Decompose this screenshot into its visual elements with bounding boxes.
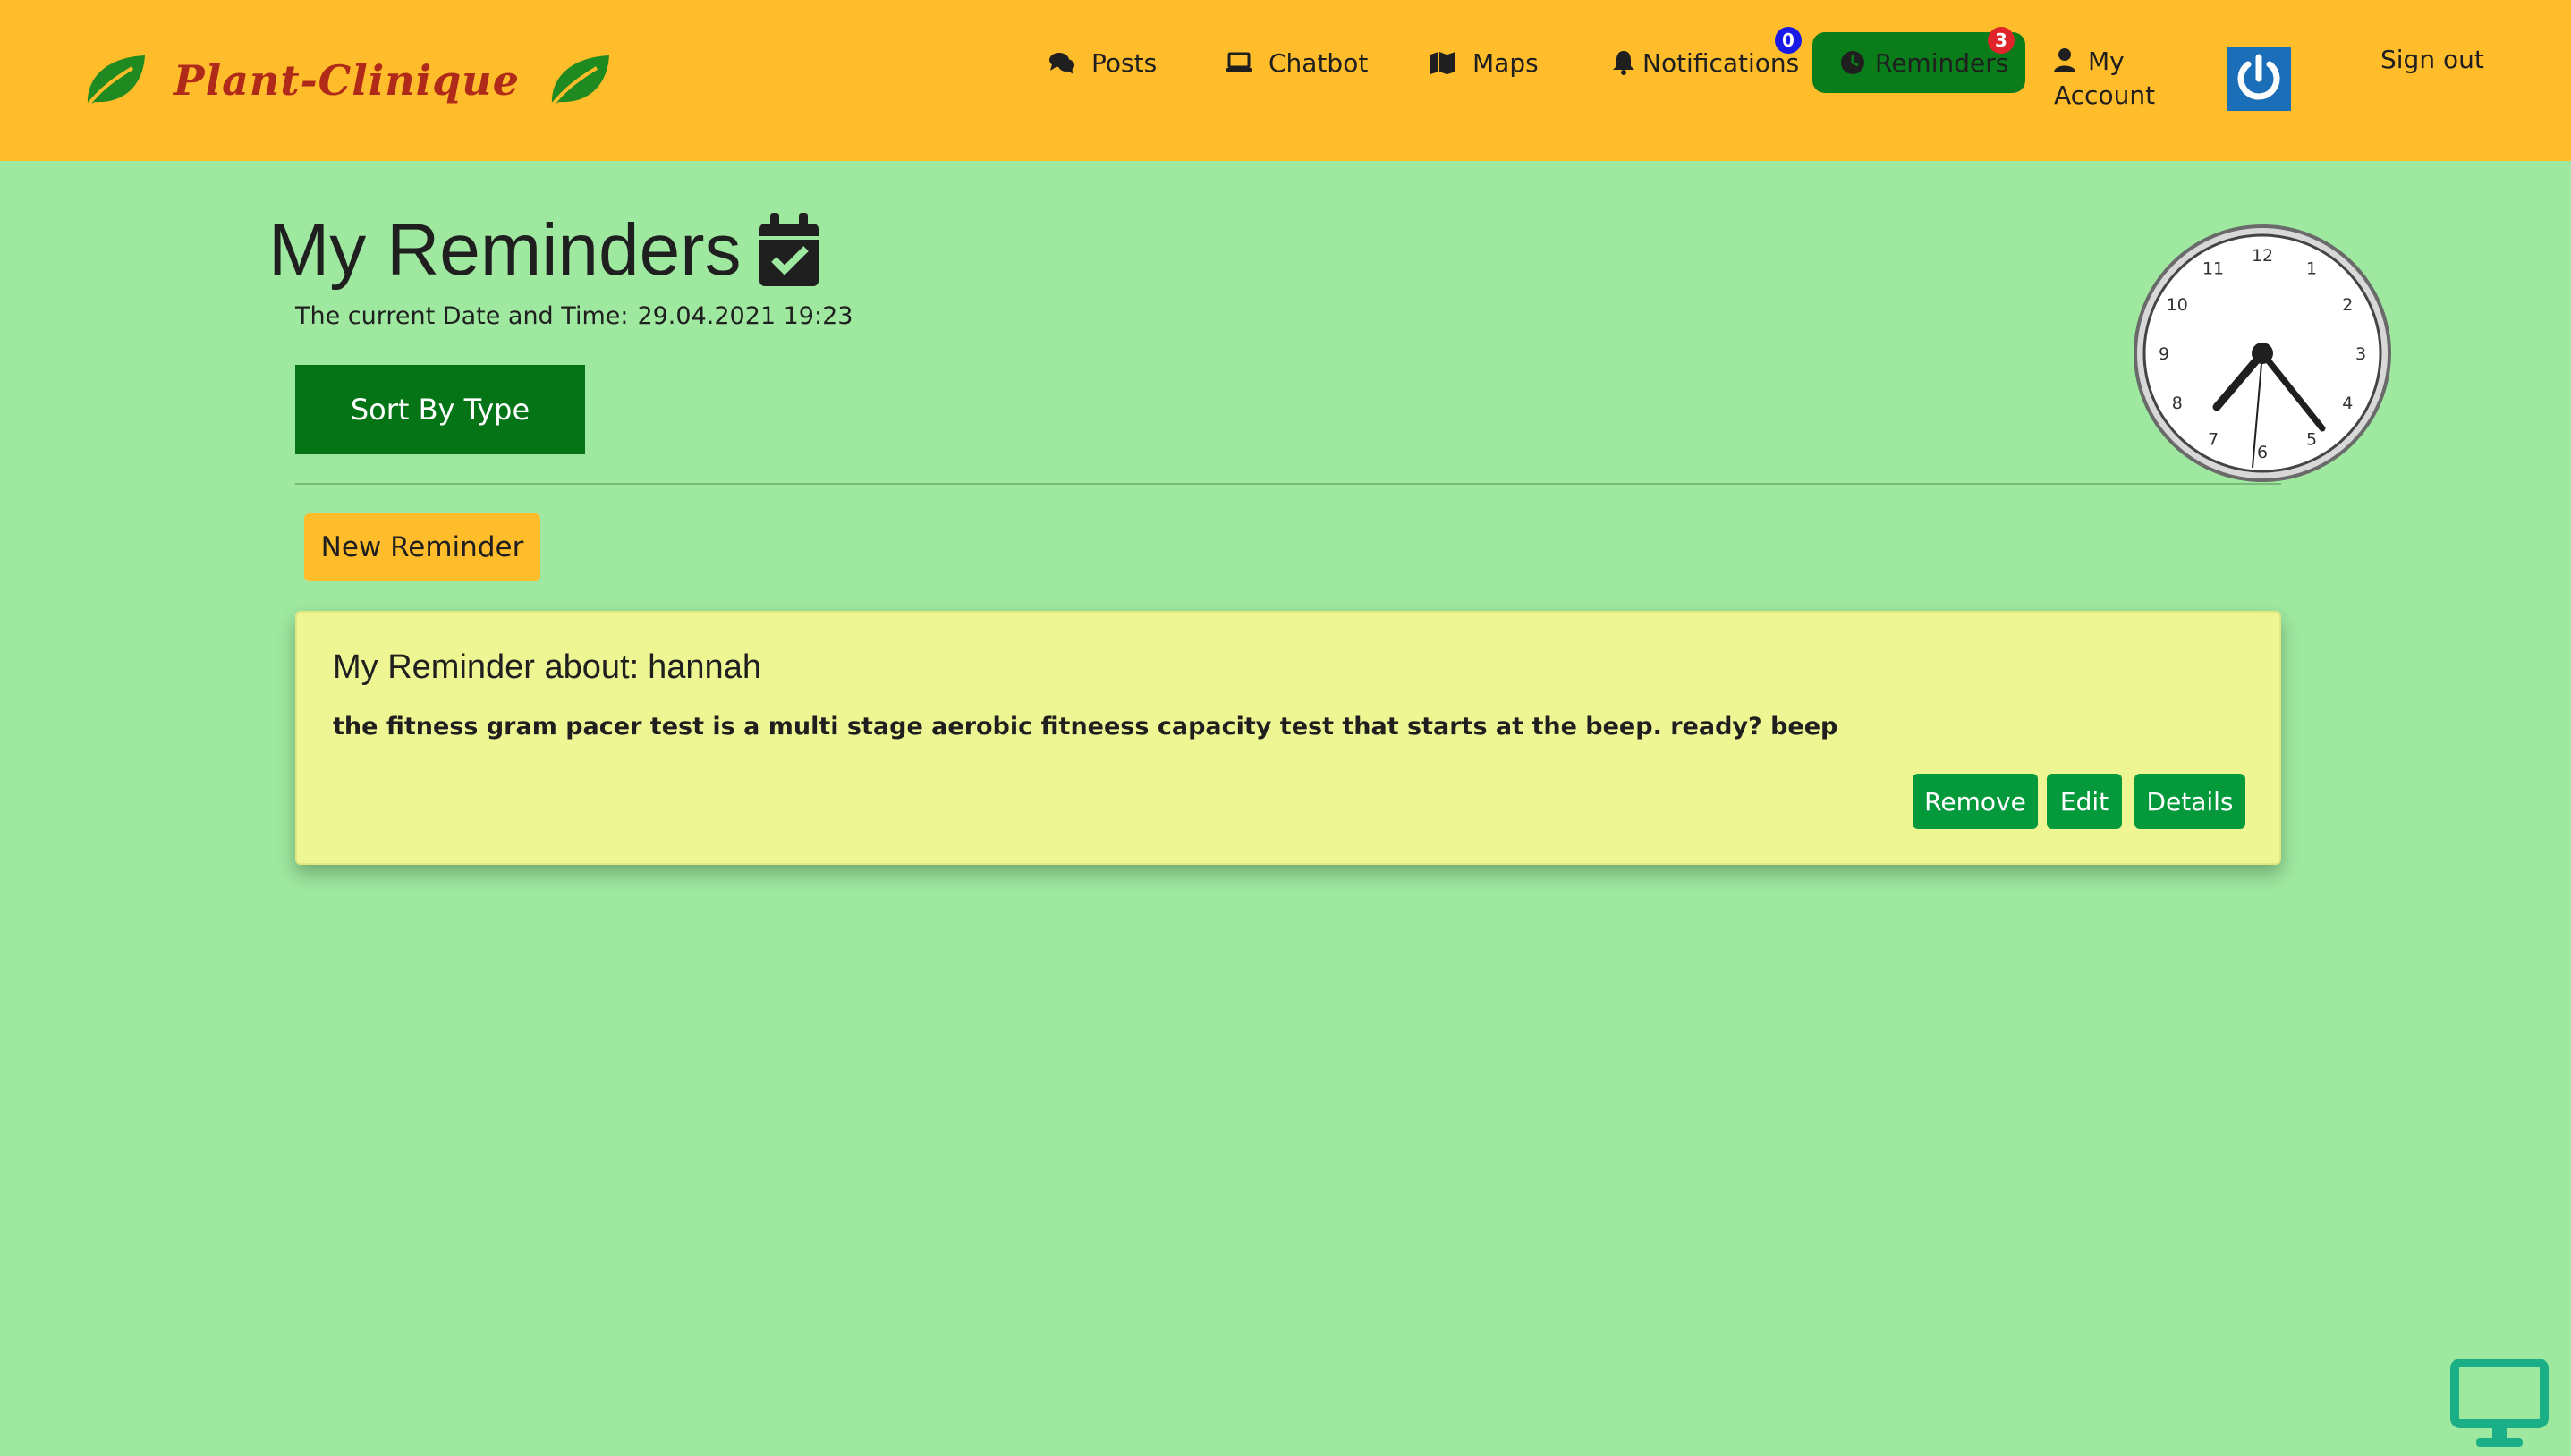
power-icon xyxy=(2237,54,2280,100)
nav-item-reminders[interactable]: Reminders xyxy=(1839,45,2008,80)
brand[interactable]: Plant-Clinique xyxy=(81,36,613,125)
datetime-value: 29.04.2021 19:23 xyxy=(637,302,853,330)
nav-item-posts[interactable]: Posts xyxy=(1048,45,1157,80)
clock-number: 8 xyxy=(2172,394,2183,413)
nav-item-notifications[interactable]: Notifications xyxy=(1610,45,1799,80)
clock-number: 7 xyxy=(2208,429,2219,449)
navbar: Plant-Clinique Posts Chatbot Maps Notifi… xyxy=(0,0,2571,161)
leaf-icon xyxy=(86,55,145,107)
clock-number: 5 xyxy=(2306,429,2317,449)
current-datetime: The current Date and Time: 29.04.2021 19:… xyxy=(295,302,853,330)
reminder-title: My Reminder about: hannah xyxy=(333,648,761,687)
nav-label-posts: Posts xyxy=(1091,47,1158,78)
nav-label-chatbot: Chatbot xyxy=(1269,47,1369,78)
edit-button[interactable]: Edit xyxy=(2047,774,2122,829)
map-icon xyxy=(1430,52,1455,74)
comments-icon xyxy=(1049,53,1074,74)
nav-label-reminders: Reminders xyxy=(1875,47,2009,78)
reminder-subject: hannah xyxy=(648,648,761,686)
sort-by-type-button[interactable]: Sort By Type xyxy=(295,365,585,454)
clock-number: 1 xyxy=(2306,259,2317,279)
details-button[interactable]: Details xyxy=(2134,774,2245,829)
account-label-line1: My xyxy=(2088,47,2125,76)
clock-center xyxy=(2252,343,2273,364)
clock-icon xyxy=(1841,51,1864,74)
nav-label-notifications: Notifications xyxy=(1642,47,1800,78)
bell-icon xyxy=(1613,51,1634,75)
divider xyxy=(295,483,2281,485)
laptop-icon xyxy=(1226,52,1252,72)
clock-number: 10 xyxy=(2167,295,2188,315)
nav-item-chatbot[interactable]: Chatbot xyxy=(1226,45,1368,80)
notifications-badge: 0 xyxy=(1775,27,1802,54)
reminder-card: My Reminder about: hannah the fitness gra… xyxy=(295,611,2281,865)
analog-clock: 121234567891011 xyxy=(2134,224,2391,482)
new-reminder-button[interactable]: New Reminder xyxy=(304,513,540,581)
clock-number: 12 xyxy=(2252,246,2273,266)
power-button[interactable] xyxy=(2227,47,2291,111)
reminder-title-prefix: My Reminder about: xyxy=(333,648,640,686)
monitor-icon[interactable] xyxy=(2449,1358,2550,1451)
page-title: My Reminders xyxy=(268,201,822,300)
clock-number: 3 xyxy=(2355,344,2366,364)
calendar-check-icon xyxy=(759,213,819,286)
reminders-badge: 3 xyxy=(1988,27,2015,54)
brand-name: Plant-Clinique xyxy=(174,56,521,105)
clock-number: 2 xyxy=(2342,295,2353,315)
clock-number: 11 xyxy=(2202,259,2224,279)
clock-number: 9 xyxy=(2159,344,2169,364)
nav-label-maps: Maps xyxy=(1472,47,1539,78)
leaf-icon xyxy=(550,55,610,107)
user-icon xyxy=(2054,48,2075,72)
nav-item-maps[interactable]: Maps xyxy=(1430,45,1539,80)
remove-button[interactable]: Remove xyxy=(1913,774,2038,829)
clock-number: 4 xyxy=(2342,394,2353,413)
reminder-body: the fitness gram pacer test is a multi s… xyxy=(333,713,1838,741)
account-label-line2: Account xyxy=(2054,80,2156,110)
page-title-text: My Reminders xyxy=(268,209,742,291)
sign-out-link[interactable]: Sign out xyxy=(2380,45,2484,74)
nav-item-my-account[interactable]: My Account xyxy=(2054,45,2155,113)
datetime-label: The current Date and Time: xyxy=(295,302,629,330)
clock-number: 6 xyxy=(2257,443,2268,462)
